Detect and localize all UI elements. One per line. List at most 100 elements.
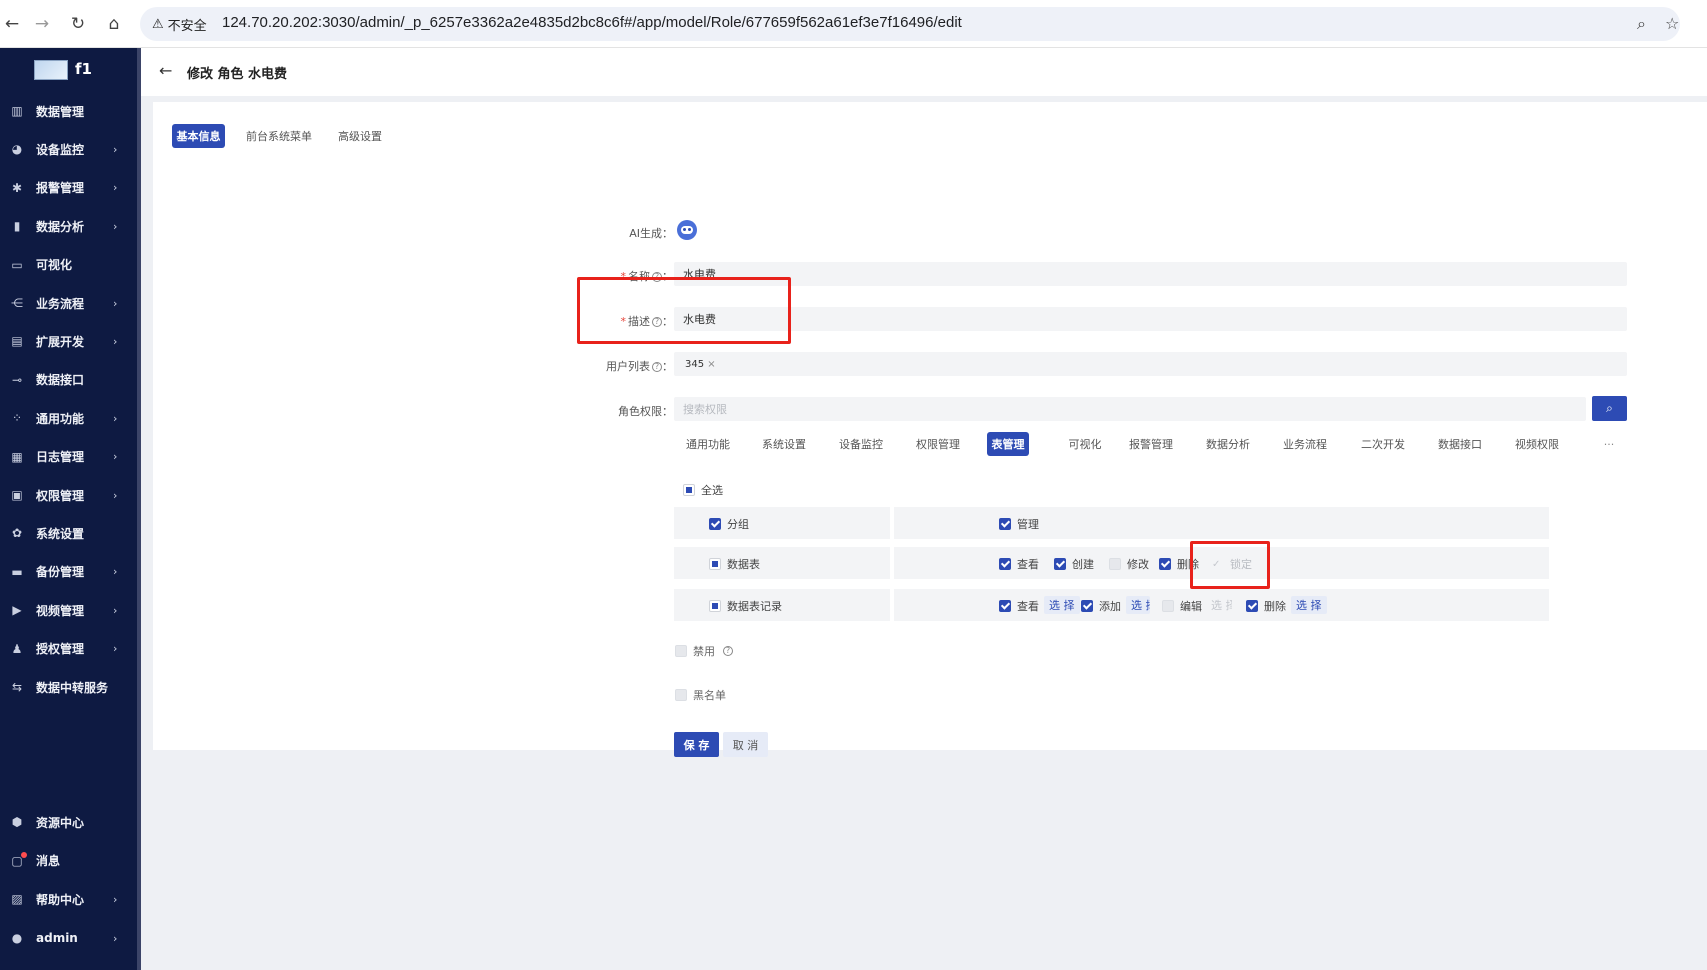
- record-add-item[interactable]: 添加: [1081, 598, 1121, 614]
- chart-icon: ▥: [11, 104, 23, 118]
- select-button[interactable]: 选 择: [1291, 596, 1327, 614]
- record-delete-item[interactable]: 删除: [1246, 598, 1286, 614]
- sidebar-item[interactable]: ⇆ 数据中转服务: [0, 672, 137, 702]
- name-input[interactable]: 水电费: [674, 262, 1627, 286]
- sidebar-item[interactable]: ▣ 权限管理 ›: [0, 480, 137, 510]
- sidebar-item[interactable]: ▤ 扩展开发 ›: [0, 326, 137, 356]
- checkbox[interactable]: [1162, 600, 1174, 612]
- disabled-checkbox[interactable]: [675, 645, 687, 657]
- sidebar-item[interactable]: ▶ 视频管理 ›: [0, 595, 137, 625]
- perm-search-placeholder: 搜索权限: [683, 403, 727, 416]
- perm-tab[interactable]: 数据接口: [1430, 432, 1490, 456]
- cancel-button[interactable]: 取 消: [723, 732, 768, 757]
- sidebar-item[interactable]: ▭ 可视化: [0, 250, 137, 280]
- modify-item[interactable]: 修改: [1109, 556, 1149, 572]
- perm-tab[interactable]: 数据分析: [1198, 432, 1258, 456]
- more-icon[interactable]: ···: [1599, 432, 1619, 456]
- sidebar-item[interactable]: ✿ 系统设置: [0, 518, 137, 548]
- perm-tab[interactable]: 设备监控: [831, 432, 891, 456]
- perm-tab[interactable]: 系统设置: [754, 432, 814, 456]
- help-icon[interactable]: ?: [652, 317, 662, 327]
- record-view-item[interactable]: 查看: [999, 598, 1039, 614]
- disabled-option[interactable]: 禁用 ?: [675, 643, 733, 659]
- manage-item[interactable]: 管理: [999, 516, 1039, 532]
- address-bar[interactable]: ⚠ 不安全 124.70.20.202:3030/admin/_p_6257e3…: [140, 7, 1680, 41]
- perm-tab[interactable]: 通用功能: [678, 432, 738, 456]
- name-label: * 名称?：: [620, 270, 674, 283]
- checkbox[interactable]: [709, 600, 721, 612]
- sidebar-item[interactable]: ♟ 授权管理 ›: [0, 634, 137, 664]
- group-label: 分组: [727, 518, 749, 531]
- help-icon[interactable]: ?: [652, 272, 662, 282]
- perm-search-input[interactable]: 搜索权限: [674, 397, 1586, 421]
- sidebar-item[interactable]: ▬ 备份管理 ›: [0, 557, 137, 587]
- sidebar-item[interactable]: ⊸ 数据接口: [0, 365, 137, 395]
- checkbox[interactable]: [1159, 558, 1171, 570]
- reload-icon[interactable]: ↻: [66, 12, 90, 36]
- table-item[interactable]: 数据表: [709, 556, 760, 572]
- perm-tab[interactable]: 业务流程: [1275, 432, 1335, 456]
- select-all[interactable]: 全选: [683, 482, 723, 498]
- sidebar-item[interactable]: ▢ 消息: [0, 846, 137, 876]
- forward-arrow-icon[interactable]: →: [30, 12, 54, 36]
- table-row: 分组 管理: [674, 507, 1549, 539]
- sidebar-item[interactable]: ⁘ 通用功能 ›: [0, 403, 137, 433]
- checkbox[interactable]: [999, 518, 1011, 530]
- perm-tab[interactable]: 可视化: [1055, 432, 1115, 456]
- sidebar-item[interactable]: ▨ 帮助中心 ›: [0, 884, 137, 914]
- checkbox[interactable]: [1109, 558, 1121, 570]
- checkbox[interactable]: [1081, 600, 1093, 612]
- record-item[interactable]: 数据表记录: [709, 598, 782, 614]
- checkbox[interactable]: [709, 558, 721, 570]
- select-button[interactable]: 选 择: [1126, 596, 1150, 614]
- view-item[interactable]: 查看: [999, 556, 1039, 572]
- chevron-right-icon: ›: [113, 181, 118, 195]
- sidebar-item[interactable]: ✱ 报警管理 ›: [0, 173, 137, 203]
- back-arrow-icon[interactable]: ←: [159, 61, 172, 80]
- sidebar-item[interactable]: ▥ 数据管理: [0, 96, 137, 126]
- sidebar-item[interactable]: ▮ 数据分析 ›: [0, 211, 137, 241]
- select-all-checkbox[interactable]: [683, 484, 695, 496]
- chevron-right-icon: ›: [113, 219, 118, 233]
- create-item[interactable]: 创建: [1054, 556, 1094, 572]
- record-edit-item[interactable]: 编辑: [1162, 598, 1202, 614]
- zoom-icon[interactable]: ⌕: [1637, 14, 1646, 34]
- help-icon[interactable]: ?: [652, 362, 662, 372]
- perm-tab[interactable]: 表管理: [987, 432, 1029, 456]
- checkbox[interactable]: [999, 600, 1011, 612]
- users-select[interactable]: 345 ×: [674, 352, 1627, 376]
- checkbox[interactable]: [999, 558, 1011, 570]
- group-item[interactable]: 分组: [709, 516, 749, 532]
- perm-tab[interactable]: 权限管理: [908, 432, 968, 456]
- save-button[interactable]: 保 存: [674, 732, 719, 757]
- disabled-label: 禁用: [693, 645, 715, 658]
- tab-basic-info[interactable]: 基本信息: [172, 124, 225, 148]
- perm-tab[interactable]: 报警管理: [1121, 432, 1181, 456]
- sidebar-item[interactable]: ⋲ 业务流程 ›: [0, 288, 137, 318]
- close-icon[interactable]: ×: [707, 359, 715, 370]
- help-icon[interactable]: ?: [723, 646, 733, 656]
- blacklist-checkbox[interactable]: [675, 689, 687, 701]
- bookmark-star-icon[interactable]: ☆: [1665, 14, 1679, 33]
- perm-tab[interactable]: 视频权限: [1507, 432, 1567, 456]
- search-button[interactable]: ⌕: [1592, 396, 1627, 421]
- security-indicator[interactable]: ⚠ 不安全: [152, 15, 207, 34]
- robot-icon[interactable]: [677, 220, 697, 240]
- blacklist-option[interactable]: 黑名单: [675, 687, 726, 703]
- tab-advanced[interactable]: 高级设置: [334, 124, 386, 148]
- checkbox[interactable]: [1246, 600, 1258, 612]
- select-button[interactable]: 选 择: [1044, 596, 1080, 614]
- desc-input[interactable]: 水电费: [674, 307, 1627, 331]
- checkbox[interactable]: [709, 518, 721, 530]
- url-text[interactable]: 124.70.20.202:3030/admin/_p_6257e3362a2e…: [222, 14, 962, 31]
- home-icon[interactable]: ⌂: [102, 12, 126, 36]
- delete-item[interactable]: 删除: [1159, 556, 1199, 572]
- sidebar-item[interactable]: ● admin ›: [0, 923, 137, 953]
- sidebar-item[interactable]: ▦ 日志管理 ›: [0, 442, 137, 472]
- checkbox[interactable]: [1054, 558, 1066, 570]
- perm-tab[interactable]: 二次开发: [1353, 432, 1413, 456]
- sidebar-item[interactable]: ⬢ 资源中心: [0, 807, 137, 837]
- tab-frontend-menu[interactable]: 前台系统菜单: [242, 124, 316, 148]
- sidebar-item[interactable]: ◕ 设备监控 ›: [0, 134, 137, 164]
- back-arrow-icon[interactable]: ←: [0, 12, 24, 36]
